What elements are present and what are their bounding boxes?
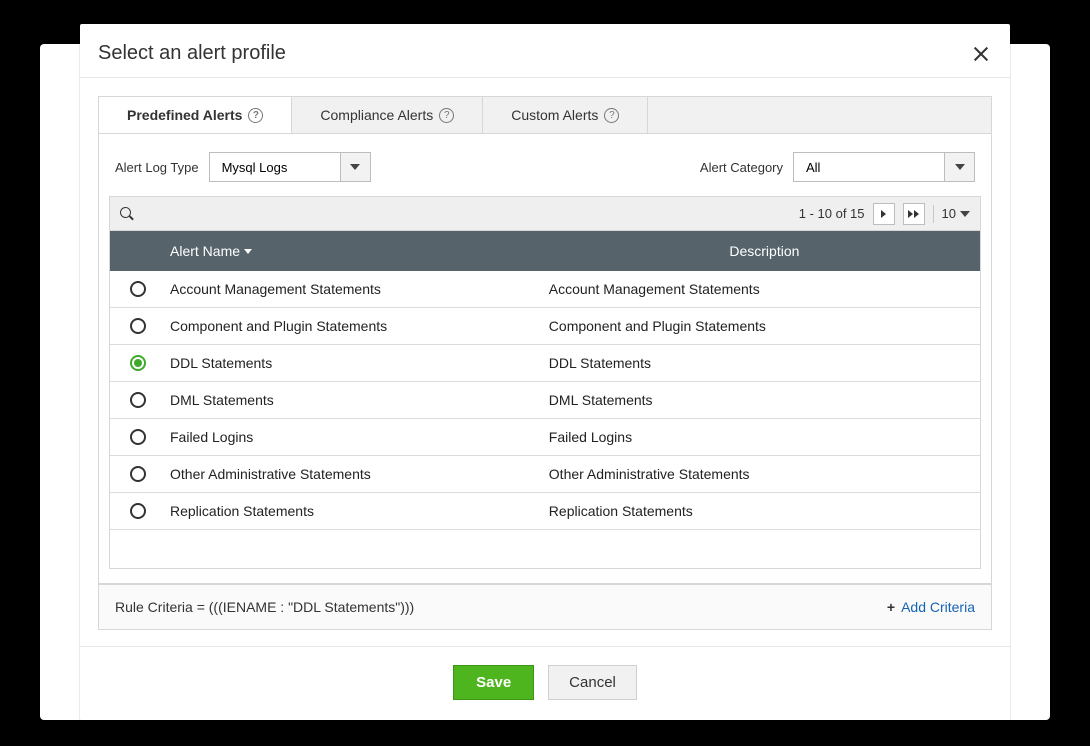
save-button[interactable]: Save (453, 665, 534, 700)
table-row[interactable]: DML StatementsDML Statements (110, 382, 980, 419)
radio-button[interactable] (130, 355, 146, 371)
alert-grid: 1 - 10 of 15 10 Alert Name (109, 196, 981, 569)
tab-custom-alerts[interactable]: Custom Alerts ? (483, 97, 648, 133)
help-icon[interactable]: ? (604, 108, 619, 123)
category-value: All (794, 153, 944, 181)
tab-predefined-alerts[interactable]: Predefined Alerts ? (99, 97, 292, 133)
divider (933, 205, 934, 223)
category-select[interactable]: All (793, 152, 975, 182)
table-row[interactable]: Other Administrative StatementsOther Adm… (110, 456, 980, 493)
modal-header: Select an alert profile (80, 24, 1010, 77)
radio-button[interactable] (130, 281, 146, 297)
cell-alert-name: DML Statements (166, 392, 549, 408)
cell-description: Failed Logins (549, 429, 980, 445)
help-icon[interactable]: ? (248, 108, 263, 123)
log-type-select[interactable]: Mysql Logs (209, 152, 371, 182)
modal-title: Select an alert profile (98, 42, 286, 65)
category-label: Alert Category (700, 160, 783, 175)
next-page-button[interactable] (873, 203, 895, 225)
cell-alert-name: Other Administrative Statements (166, 466, 549, 482)
cell-alert-name: Account Management Statements (166, 281, 549, 297)
search-icon[interactable] (120, 207, 134, 221)
cell-description: Other Administrative Statements (549, 466, 980, 482)
cell-alert-name: Failed Logins (166, 429, 549, 445)
pager-text: 1 - 10 of 15 (799, 206, 865, 221)
cancel-button[interactable]: Cancel (548, 665, 637, 700)
sort-desc-icon (244, 249, 252, 254)
cell-description: DML Statements (549, 392, 980, 408)
cell-description: DDL Statements (549, 355, 980, 371)
column-description[interactable]: Description (549, 243, 980, 259)
tab-label: Predefined Alerts (127, 107, 242, 123)
last-page-button[interactable] (903, 203, 925, 225)
log-type-value: Mysql Logs (210, 153, 340, 181)
column-alert-name[interactable]: Alert Name (166, 243, 549, 259)
tab-label: Compliance Alerts (320, 107, 433, 123)
chevron-down-icon[interactable] (944, 153, 974, 181)
grid-header: Alert Name Description (110, 231, 980, 271)
cell-description: Account Management Statements (549, 281, 980, 297)
close-icon[interactable] (970, 43, 992, 65)
modal-footer: Save Cancel (80, 647, 1010, 720)
cell-alert-name: Replication Statements (166, 503, 549, 519)
chevron-down-icon (960, 211, 970, 217)
grid-toolbar: 1 - 10 of 15 10 (110, 197, 980, 231)
chevron-down-icon[interactable] (340, 153, 370, 181)
radio-button[interactable] (130, 466, 146, 482)
table-row[interactable]: Account Management StatementsAccount Man… (110, 271, 980, 308)
filter-bar: Alert Log Type Mysql Logs Alert Category… (109, 152, 981, 196)
radio-button[interactable] (130, 503, 146, 519)
table-row[interactable]: DDL StatementsDDL Statements (110, 345, 980, 382)
tab-compliance-alerts[interactable]: Compliance Alerts ? (292, 97, 483, 133)
add-criteria-label: Add Criteria (901, 599, 975, 615)
alert-profile-modal: Select an alert profile Predefined Alert… (80, 24, 1010, 720)
radio-button[interactable] (130, 429, 146, 445)
divider (80, 77, 1010, 78)
table-row[interactable]: Component and Plugin StatementsComponent… (110, 308, 980, 345)
table-row[interactable]: Failed LoginsFailed Logins (110, 419, 980, 456)
rule-criteria-bar: Rule Criteria = (((IENAME : "DDL Stateme… (98, 584, 992, 630)
cell-description: Replication Statements (549, 503, 980, 519)
add-criteria-link[interactable]: + Add Criteria (887, 599, 975, 615)
radio-button[interactable] (130, 392, 146, 408)
help-icon[interactable]: ? (439, 108, 454, 123)
rule-criteria-text: Rule Criteria = (((IENAME : "DDL Stateme… (115, 599, 414, 615)
panel: Alert Log Type Mysql Logs Alert Category… (98, 134, 992, 584)
cell-description: Component and Plugin Statements (549, 318, 980, 334)
plus-icon: + (887, 599, 895, 615)
page-size-select[interactable]: 10 (942, 206, 970, 221)
tab-bar: Predefined Alerts ? Compliance Alerts ? … (98, 96, 992, 134)
cell-alert-name: DDL Statements (166, 355, 549, 371)
radio-button[interactable] (130, 318, 146, 334)
log-type-label: Alert Log Type (115, 160, 199, 175)
page-size-value: 10 (942, 206, 956, 221)
tab-label: Custom Alerts (511, 107, 598, 123)
cell-alert-name: Component and Plugin Statements (166, 318, 549, 334)
grid-body[interactable]: Account Management StatementsAccount Man… (110, 271, 980, 568)
table-row[interactable]: Replication StatementsReplication Statem… (110, 493, 980, 530)
